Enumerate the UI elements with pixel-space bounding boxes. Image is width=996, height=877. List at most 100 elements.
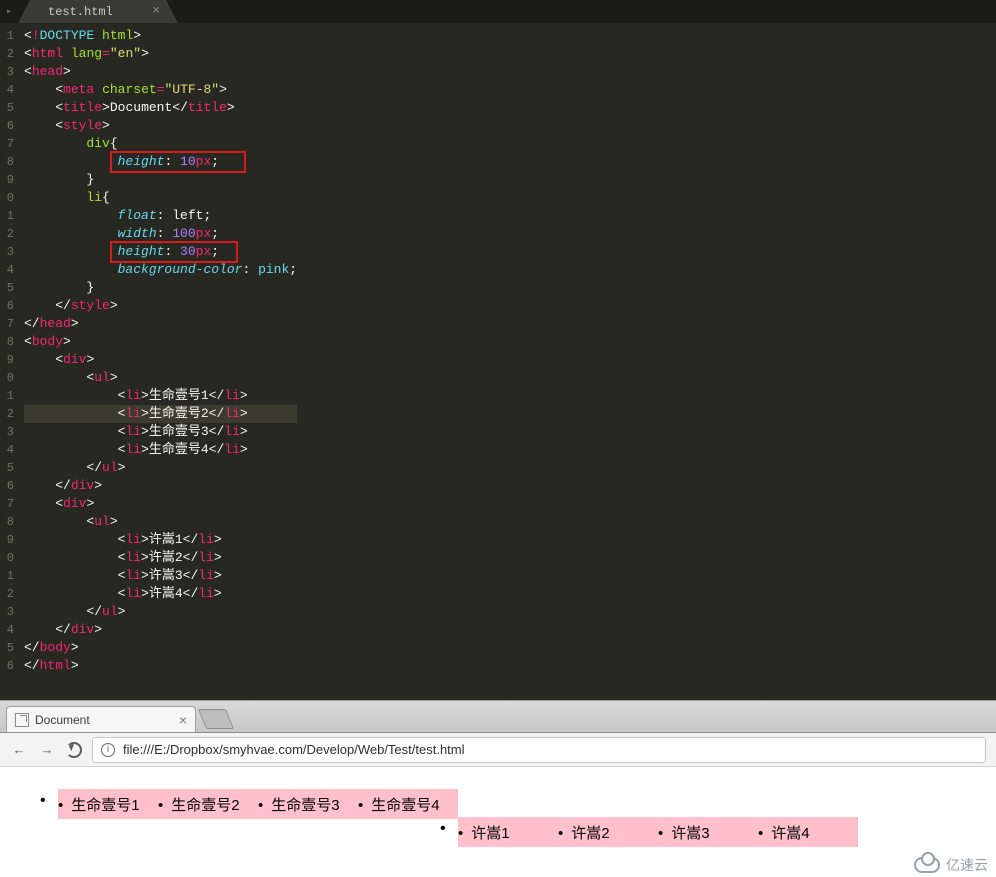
line-number: 4 — [0, 441, 14, 459]
line-number: 0 — [0, 549, 14, 567]
browser-tab-title: Document — [35, 713, 90, 727]
browser-tab[interactable]: Document × — [6, 706, 196, 732]
line-number: 8 — [0, 513, 14, 531]
code-line[interactable]: div{ — [24, 135, 297, 153]
line-number: 3 — [0, 243, 14, 261]
browser-window: Document × ← → i file:///E:/Dropbox/smyh… — [0, 700, 996, 877]
line-number: 5 — [0, 639, 14, 657]
line-number: 6 — [0, 657, 14, 675]
page-icon — [15, 713, 29, 727]
site-info-icon[interactable]: i — [101, 743, 115, 757]
code-line[interactable]: background-color: pink; — [24, 261, 297, 279]
code-editor[interactable]: 123456789012345678901234567890123456 <!D… — [0, 23, 996, 675]
address-bar[interactable]: i file:///E:/Dropbox/smyhvae.com/Develop… — [92, 737, 986, 763]
line-number: 4 — [0, 261, 14, 279]
code-line[interactable]: <li>许嵩4</li> — [24, 585, 297, 603]
line-number: 6 — [0, 477, 14, 495]
line-number: 3 — [0, 603, 14, 621]
url-text: file:///E:/Dropbox/smyhvae.com/Develop/W… — [123, 742, 465, 757]
code-line[interactable]: </head> — [24, 315, 297, 333]
close-icon[interactable]: × — [152, 3, 160, 18]
code-line[interactable]: <li>许嵩1</li> — [24, 531, 297, 549]
code-line[interactable]: <html lang="en"> — [24, 45, 297, 63]
code-line[interactable]: <li>许嵩3</li> — [24, 567, 297, 585]
code-line[interactable]: <title>Document</title> — [24, 99, 297, 117]
line-number: 4 — [0, 81, 14, 99]
line-number: 9 — [0, 531, 14, 549]
line-number: 5 — [0, 279, 14, 297]
code-line[interactable]: <head> — [24, 63, 297, 81]
forward-button[interactable]: → — [38, 742, 56, 757]
code-line[interactable]: </ul> — [24, 459, 297, 477]
editor-tab-title: test.html — [48, 5, 113, 19]
line-number-gutter: 123456789012345678901234567890123456 — [0, 27, 18, 675]
code-line[interactable]: li{ — [24, 189, 297, 207]
line-number: 0 — [0, 369, 14, 387]
code-line[interactable]: <li>生命壹号2</li> — [24, 405, 297, 423]
code-line[interactable]: <li>生命壹号4</li> — [24, 441, 297, 459]
line-number: 1 — [0, 387, 14, 405]
back-button[interactable]: ← — [10, 742, 28, 757]
code-line[interactable]: <div> — [24, 351, 297, 369]
code-line[interactable]: float: left; — [24, 207, 297, 225]
list-bullet: • — [40, 792, 46, 810]
code-line[interactable]: <li>许嵩2</li> — [24, 549, 297, 567]
code-line[interactable]: </div> — [24, 621, 297, 639]
code-line[interactable]: <div> — [24, 495, 297, 513]
code-line[interactable]: <li>生命壹号1</li> — [24, 387, 297, 405]
line-number: 1 — [0, 207, 14, 225]
close-icon[interactable]: × — [179, 712, 187, 728]
editor-tab[interactable]: test.html × — [18, 0, 178, 23]
line-number: 5 — [0, 459, 14, 477]
line-number: 8 — [0, 153, 14, 171]
list-item: 生命壹号4 — [358, 794, 458, 815]
code-line[interactable]: <ul> — [24, 513, 297, 531]
list-item: 许嵩4 — [758, 822, 858, 843]
code-line[interactable]: </div> — [24, 477, 297, 495]
code-line[interactable]: </body> — [24, 639, 297, 657]
line-number: 2 — [0, 405, 14, 423]
code-line[interactable]: } — [24, 171, 297, 189]
code-line[interactable]: </html> — [24, 657, 297, 675]
list-item: 生命壹号3 — [258, 794, 358, 815]
code-area[interactable]: <!DOCTYPE html><html lang="en"><head> <m… — [18, 27, 297, 675]
reload-icon[interactable] — [66, 742, 82, 758]
line-number: 1 — [0, 27, 14, 45]
list-item: 许嵩3 — [658, 822, 758, 843]
code-line[interactable]: <meta charset="UTF-8"> — [24, 81, 297, 99]
list-bullet: • — [440, 820, 446, 838]
browser-toolbar: ← → i file:///E:/Dropbox/smyhvae.com/Dev… — [0, 733, 996, 767]
code-line[interactable]: </style> — [24, 297, 297, 315]
browser-tabstrip: Document × — [0, 701, 996, 733]
code-line[interactable]: height: 30px; — [24, 243, 297, 261]
code-line[interactable]: <!DOCTYPE html> — [24, 27, 297, 45]
line-number: 1 — [0, 567, 14, 585]
line-number: 2 — [0, 45, 14, 63]
line-number: 7 — [0, 135, 14, 153]
code-line[interactable]: <style> — [24, 117, 297, 135]
rendered-page: • 生命壹号1生命壹号2生命壹号3生命壹号4 • 许嵩1许嵩2许嵩3许嵩4 — [0, 767, 996, 789]
tab-dropdown-icon[interactable]: ▸ — [0, 0, 18, 23]
watermark-text: 亿速云 — [946, 855, 988, 875]
code-line[interactable]: <body> — [24, 333, 297, 351]
code-line[interactable]: </ul> — [24, 603, 297, 621]
line-number: 2 — [0, 225, 14, 243]
code-line[interactable]: width: 100px; — [24, 225, 297, 243]
new-tab-button[interactable] — [198, 709, 234, 729]
list-item: 许嵩1 — [458, 822, 558, 843]
code-line[interactable]: <li>生命壹号3</li> — [24, 423, 297, 441]
cloud-icon — [914, 857, 940, 873]
code-line[interactable]: } — [24, 279, 297, 297]
line-number: 7 — [0, 495, 14, 513]
line-number: 4 — [0, 621, 14, 639]
line-number: 9 — [0, 171, 14, 189]
list-2: 许嵩1许嵩2许嵩3许嵩4 — [458, 817, 858, 847]
line-number: 7 — [0, 315, 14, 333]
code-line[interactable]: <ul> — [24, 369, 297, 387]
line-number: 3 — [0, 423, 14, 441]
line-number: 3 — [0, 63, 14, 81]
code-line[interactable]: height: 10px; — [24, 153, 297, 171]
watermark: 亿速云 — [914, 855, 988, 875]
line-number: 9 — [0, 351, 14, 369]
list-1: 生命壹号1生命壹号2生命壹号3生命壹号4 — [58, 789, 458, 819]
